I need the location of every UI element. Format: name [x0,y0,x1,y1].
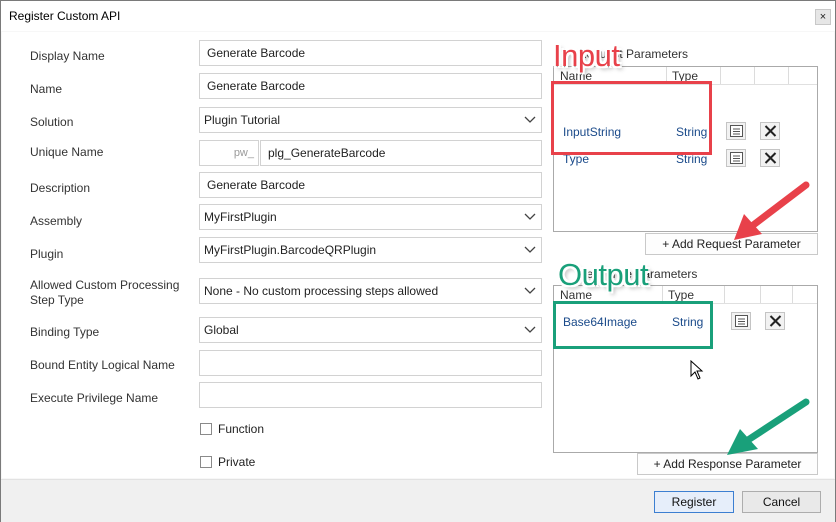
red-arrow-icon [734,181,810,240]
annotation-arrows [727,181,810,455]
green-arrow-icon [727,398,810,455]
